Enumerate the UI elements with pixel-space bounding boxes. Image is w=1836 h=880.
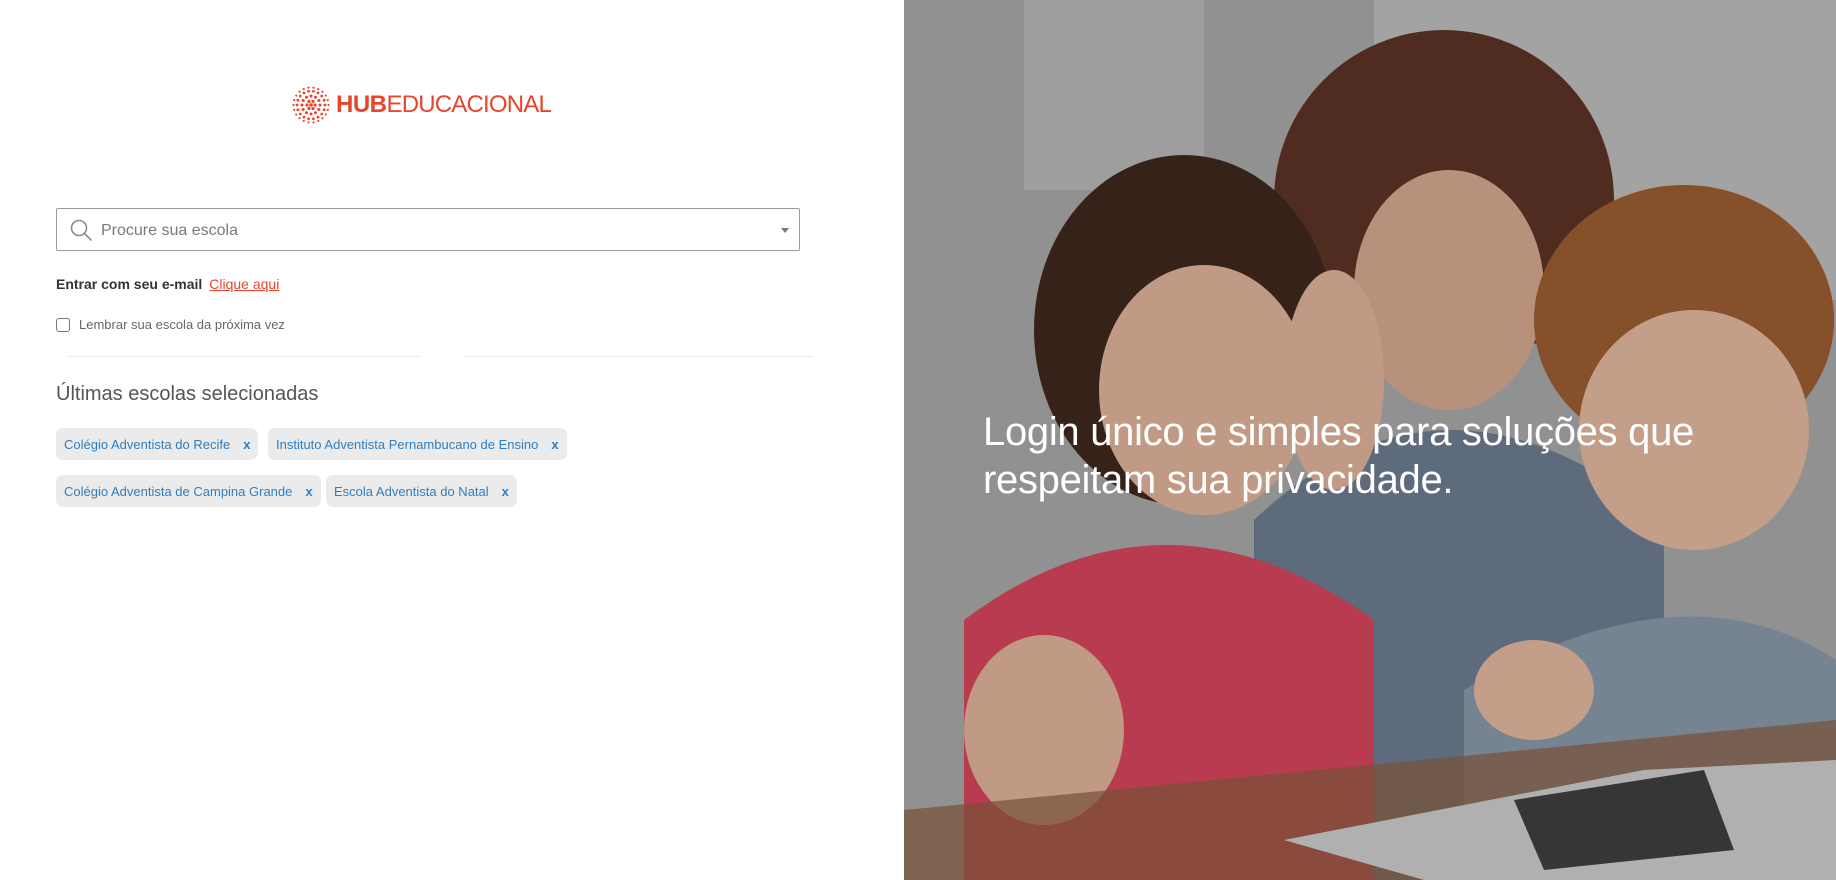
- recent-school-name: Colégio Adventista do Recife: [64, 436, 231, 452]
- school-search-input[interactable]: [99, 209, 743, 252]
- recent-school-chip[interactable]: Escola Adventista do Natal x: [326, 475, 517, 507]
- recent-school-name: Escola Adventista do Natal: [334, 483, 489, 499]
- search-icon: [69, 218, 93, 247]
- remember-school-label: Lembrar sua escola da próxima vez: [79, 317, 285, 332]
- email-login-label: Entrar com seu e-mail: [56, 276, 203, 292]
- divider: [464, 356, 814, 357]
- remove-school-icon[interactable]: x: [305, 484, 312, 499]
- recent-schools-title: Últimas escolas selecionadas: [56, 383, 319, 405]
- recent-school-chip[interactable]: Instituto Adventista Pernambucano de Ens…: [268, 428, 567, 460]
- remove-school-icon[interactable]: x: [502, 484, 509, 499]
- remember-school-checkbox[interactable]: [56, 317, 70, 332]
- login-panel: HUBEDUCACIONAL Entrar com seu e-mail Cli…: [0, 0, 904, 880]
- recent-school-chip[interactable]: Colégio Adventista do Recife x: [56, 428, 259, 460]
- caret-down-icon[interactable]: [781, 228, 789, 233]
- logo-hub-text: HUB: [336, 91, 387, 118]
- remember-school-row[interactable]: Lembrar sua escola da próxima vez: [56, 317, 285, 332]
- logo-educacional-text: EDUCACIONAL: [386, 91, 552, 118]
- hero-tagline: Login único e simples para soluções que …: [983, 410, 1694, 502]
- school-search-select[interactable]: [56, 208, 800, 252]
- logo-wordmark: HUBEDUCACIONAL: [336, 91, 552, 118]
- email-login-link[interactable]: Clique aqui: [209, 276, 279, 292]
- hub-educacional-logo: HUBEDUCACIONAL: [292, 86, 552, 124]
- hero-panel: Login único e simples para soluções que …: [904, 0, 1836, 880]
- divider: [68, 356, 420, 357]
- recent-school-chip[interactable]: Colégio Adventista de Campina Grande x: [56, 475, 321, 507]
- recent-school-name: Instituto Adventista Pernambucano de Ens…: [276, 436, 539, 452]
- sunburst-dots-icon: [292, 86, 330, 124]
- recent-school-name: Colégio Adventista de Campina Grande: [64, 483, 293, 499]
- remove-school-icon[interactable]: x: [243, 437, 250, 452]
- remove-school-icon[interactable]: x: [551, 437, 558, 452]
- email-login-row: Entrar com seu e-mail Clique aqui: [56, 276, 279, 292]
